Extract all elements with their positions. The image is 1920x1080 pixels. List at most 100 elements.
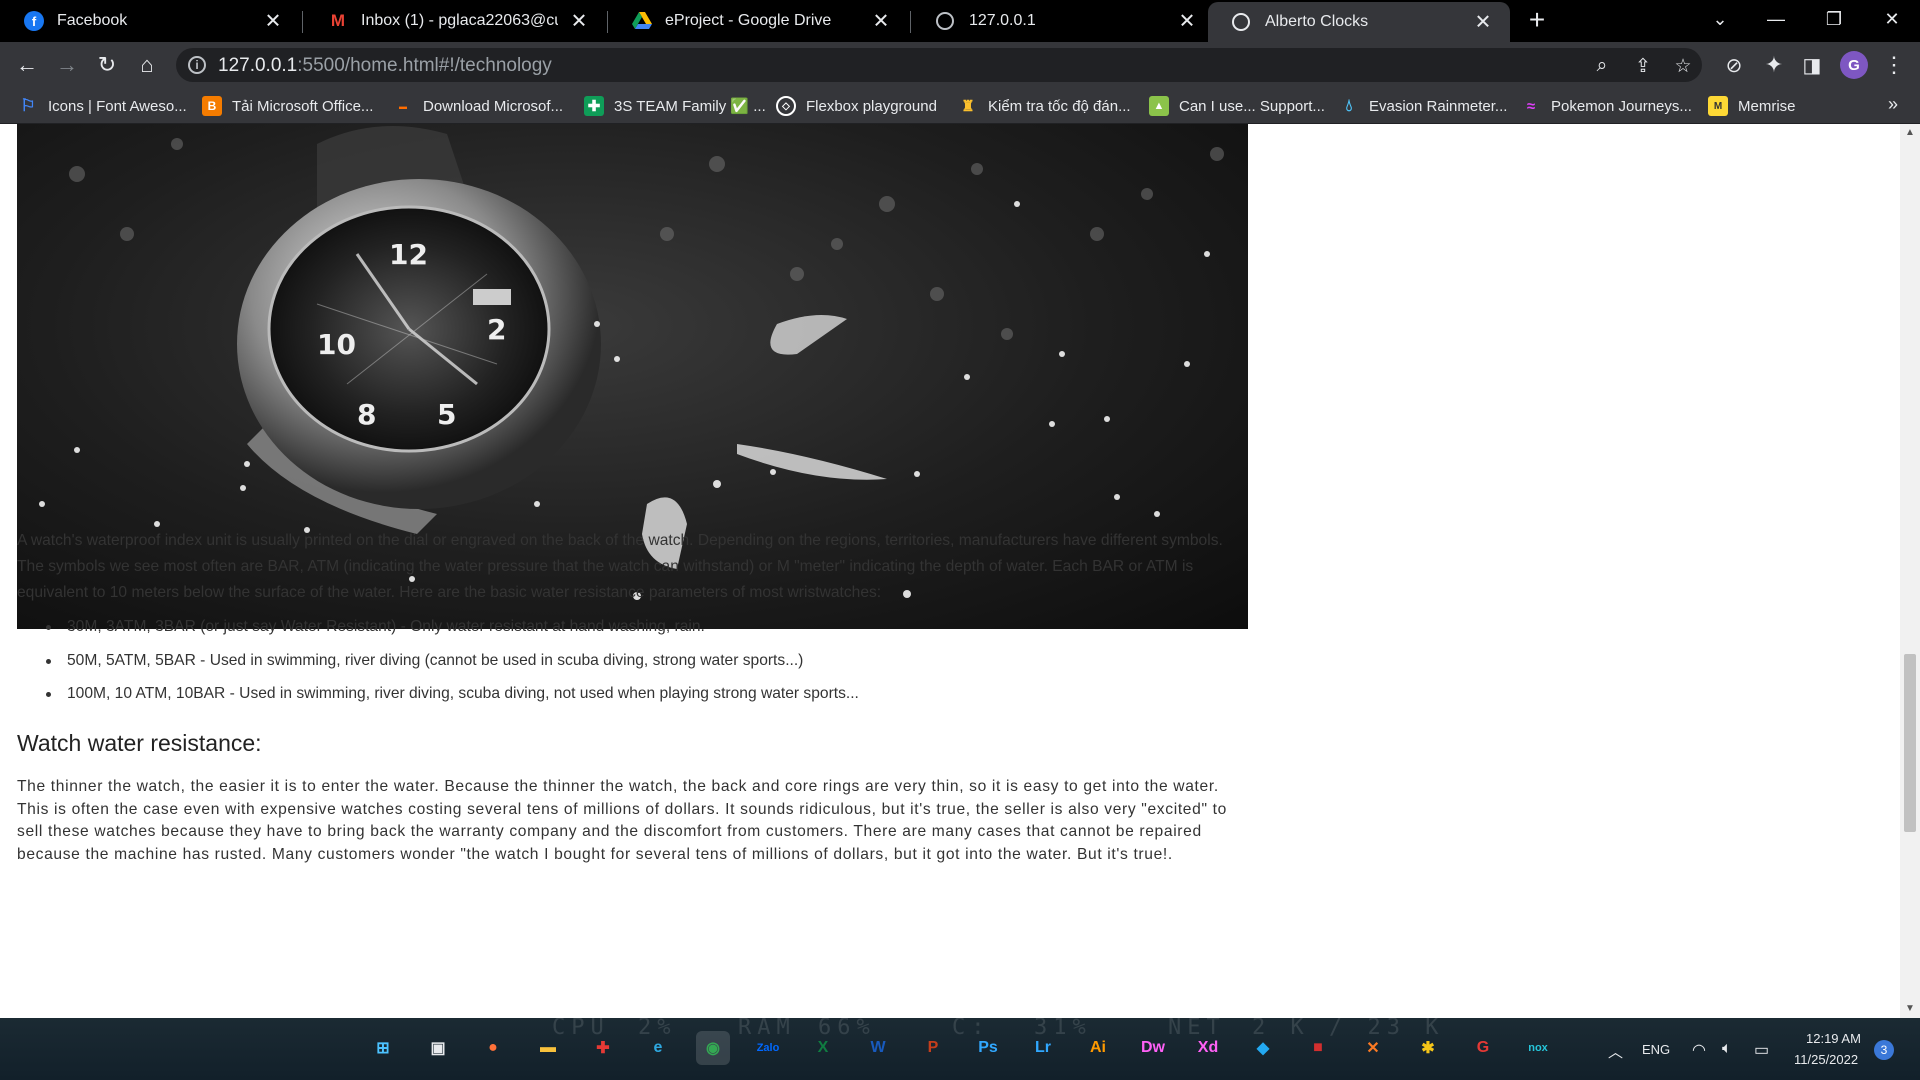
bookmark-star-icon[interactable]: ☆ <box>1670 53 1696 79</box>
tab-facebook[interactable]: f Facebook ✕ <box>0 0 300 42</box>
close-window-button[interactable]: ✕ <box>1864 0 1920 38</box>
language-indicator[interactable]: ENG <box>1642 1042 1670 1057</box>
taskbar-app-file-explorer[interactable]: ▬ <box>531 1031 565 1065</box>
scroll-down-arrow-icon[interactable]: ▼ <box>1900 1000 1920 1018</box>
forward-button[interactable]: → <box>51 49 83 81</box>
bookmark-label: Tải Microsoft Office... <box>232 97 374 115</box>
clock-date[interactable]: 11/25/2022 <box>1794 1052 1858 1067</box>
taskbar-app-dreamweaver[interactable]: Dw <box>1136 1031 1170 1065</box>
clock-time[interactable]: 12:19 AM <box>1806 1031 1861 1046</box>
taskbar-app-vscode[interactable]: ◆ <box>1246 1031 1280 1065</box>
home-icon: ⌂ <box>140 52 154 77</box>
bookmark-item[interactable]: ▲ Can I use... Support... <box>1149 95 1325 117</box>
extension-button[interactable]: ⊘ <box>1718 49 1750 81</box>
volume-icon[interactable]: 🔈︎ <box>1722 1040 1732 1058</box>
extensions-button[interactable]: ✦ <box>1758 49 1790 81</box>
taskbar-app-lightroom[interactable]: Lr <box>1026 1031 1060 1065</box>
list-item: 100M, 10 ATM, 10BAR - Used in swimming, … <box>17 677 1247 711</box>
close-icon[interactable]: ✕ <box>870 9 892 34</box>
gmail-icon: M <box>330 11 346 30</box>
tab-search-button[interactable]: ⌄ <box>1692 0 1748 38</box>
bookmark-item[interactable]: ◇ Flexbox playground <box>776 95 937 117</box>
arrow-right-icon: → <box>56 52 78 77</box>
bookmark-item[interactable]: B Tải Microsoft Office... <box>202 95 373 117</box>
show-hidden-icons-chevron-icon[interactable]: ︿ <box>1608 1041 1623 1062</box>
bookmark-item[interactable]: ▬ Download Microsof... <box>393 95 563 117</box>
puzzle-icon: ✦ <box>1764 52 1784 77</box>
bookmark-item[interactable]: ≈ Pokemon Journeys... <box>1521 95 1692 117</box>
scrollbar-thumb[interactable] <box>1904 654 1916 832</box>
brush-icon: ≈ <box>1526 97 1536 115</box>
back-button[interactable]: ← <box>11 49 43 81</box>
taskbar-app-excel[interactable]: X <box>806 1031 840 1065</box>
battery-icon[interactable]: ▭ <box>1754 1040 1769 1060</box>
tab-alberto-clocks[interactable]: Alberto Clocks ✕ <box>1208 2 1510 42</box>
menu-button[interactable]: ⋮ <box>1878 49 1910 81</box>
bookmark-label: 3S TEAM Family ✅ ... <box>614 98 766 115</box>
taskbar-app-edge[interactable]: e <box>641 1031 675 1065</box>
page-viewport: 12 2 10 8 5 A watch's waterproof index u… <box>0 124 1900 1018</box>
side-panel-button[interactable]: ◨ <box>1796 49 1828 81</box>
zoom-icon[interactable]: ⌕ <box>1589 53 1615 79</box>
bookmark-label: Icons | Font Aweso... <box>48 97 187 115</box>
new-tab-button[interactable]: + <box>1522 6 1552 36</box>
scroll-up-arrow-icon[interactable]: ▲ <box>1900 124 1920 142</box>
globe-icon <box>1232 13 1250 31</box>
taskbar-app-task-view[interactable]: ▣ <box>421 1031 455 1065</box>
taskbar-app-winrar[interactable]: ■ <box>1301 1031 1335 1065</box>
profile-avatar[interactable]: G <box>1840 51 1868 79</box>
wifi-icon[interactable]: ◠ <box>1692 1040 1706 1060</box>
taskbar-app-start[interactable]: ⊞ <box>366 1031 400 1065</box>
tab-gmail[interactable]: M Inbox (1) - pglaca22063@cusc.ctu.edu.v… <box>304 0 606 42</box>
info-icon[interactable]: i <box>188 56 206 74</box>
bookmarks-overflow-button[interactable]: » <box>1888 94 1898 115</box>
memrise-icon: M <box>1708 96 1728 116</box>
url-text[interactable]: 127.0.0.1:5500/home.html#!/technology <box>218 55 552 77</box>
taskbar-app-chrome[interactable]: ◉ <box>696 1031 730 1065</box>
tab-title: eProject - Google Drive <box>665 12 832 29</box>
facebook-icon: f <box>24 11 44 31</box>
restore-icon: ❐ <box>1825 8 1843 29</box>
close-icon[interactable]: ✕ <box>262 9 284 34</box>
bookmark-item[interactable]: ⚐ Icons | Font Aweso... <box>18 95 187 117</box>
minimize-button[interactable]: — <box>1748 0 1804 38</box>
taskbar-app-illustrator[interactable]: Ai <box>1081 1031 1115 1065</box>
restore-button[interactable]: ❐ <box>1806 0 1862 38</box>
list-item: 50M, 5ATM, 5BAR - Used in swimming, rive… <box>17 644 1247 678</box>
close-icon[interactable]: ✕ <box>1472 10 1494 35</box>
taskbar-app-nox[interactable]: nox <box>1521 1031 1555 1065</box>
side-panel-icon: ◨ <box>1802 54 1822 77</box>
taskbar-app-xd[interactable]: Xd <box>1191 1031 1225 1065</box>
tab-google-drive[interactable]: eProject - Google Drive ✕ <box>608 0 908 42</box>
bookmark-item[interactable]: ♜ Kiểm tra tốc độ đán... <box>958 95 1130 117</box>
bookmark-item[interactable]: ✚ 3S TEAM Family ✅ ... <box>584 95 766 117</box>
close-icon[interactable]: ✕ <box>568 9 590 34</box>
close-icon[interactable]: ✕ <box>1176 9 1198 34</box>
taskbar-app-firefox[interactable]: ● <box>476 1031 510 1065</box>
list-item: 30M, 3ATM, 3BAR (or just say Water Resis… <box>17 610 1247 644</box>
address-bar[interactable]: i 127.0.0.1:5500/home.html#!/technology … <box>176 48 1702 82</box>
taskbar-app-xampp[interactable]: ✕ <box>1356 1031 1390 1065</box>
reload-button[interactable]: ↻ <box>91 49 123 81</box>
taskbar-app-zalo[interactable]: Zalo <box>751 1031 785 1065</box>
share-icon[interactable]: ⇪ <box>1630 53 1656 79</box>
home-button[interactable]: ⌂ <box>131 49 163 81</box>
taskbar-app-word[interactable]: W <box>861 1031 895 1065</box>
taskbar-app-tool[interactable]: ✱ <box>1411 1031 1445 1065</box>
taskbar-app-photos[interactable]: ✚ <box>586 1031 620 1065</box>
taskbar-app-powerpoint[interactable]: P <box>916 1031 950 1065</box>
tab-localhost[interactable]: 127.0.0.1 ✕ <box>912 0 1214 42</box>
taskbar-app-garena[interactable]: G <box>1466 1031 1500 1065</box>
page-scrollbar[interactable]: ▲ ▼ <box>1900 124 1920 1018</box>
lock-icon: ♜ <box>961 98 975 115</box>
taskbar-app-photoshop[interactable]: Ps <box>971 1031 1005 1065</box>
flag-icon: ⚐ <box>20 96 36 115</box>
url-host: 127.0.0.1 <box>218 55 298 76</box>
svg-text:5: 5 <box>437 398 456 431</box>
notification-badge[interactable]: 3 <box>1874 1040 1894 1060</box>
bookmark-item[interactable]: M Memrise <box>1708 95 1796 117</box>
bookmark-item[interactable]: 💧︎ Evasion Rainmeter... <box>1339 95 1508 117</box>
bookmark-label: Evasion Rainmeter... <box>1369 97 1508 115</box>
bookmarks-bar: ⚐ Icons | Font Aweso... B Tải Microsoft Of… <box>0 88 1920 124</box>
bookmark-label: Memrise <box>1738 97 1796 115</box>
